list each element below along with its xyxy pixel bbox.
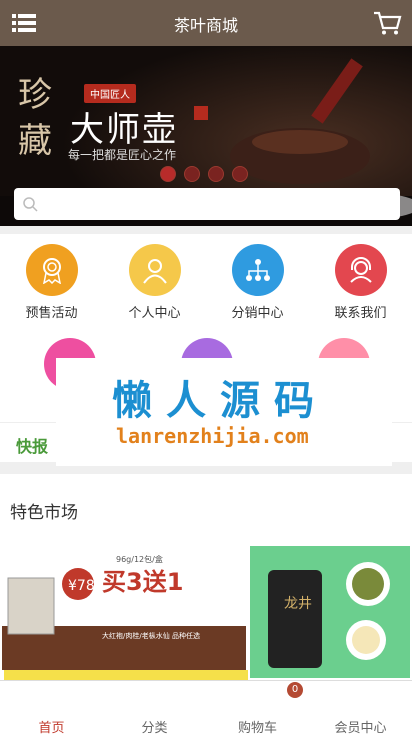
carousel-dots xyxy=(160,166,248,182)
product-desc: 大红袍/肉桂/老枞水仙 品种任选 xyxy=(102,631,200,640)
grid-item-label: 联系我们 xyxy=(334,306,387,321)
banner-zhencang: 珍藏 xyxy=(18,75,52,161)
product-image: 龙井 xyxy=(250,546,410,678)
grid-item-distribution[interactable]: 分销中心 xyxy=(206,244,309,321)
product-promo: 买3送1 xyxy=(102,568,183,596)
product-card[interactable]: ¥78 96g/12包/盒 买3送1 大红袍/肉桂/老枞水仙 品种任选 xyxy=(2,546,248,680)
banner-tag: 中国匠人 xyxy=(84,84,136,103)
carousel-dot[interactable] xyxy=(160,166,176,182)
grid-item-label: 预售活动 xyxy=(25,306,78,321)
watermark-cn: 懒人源码 xyxy=(112,378,328,424)
hero-banner[interactable]: 珍藏 中国匠人 大师壶 每一把都是匠心之作 xyxy=(0,46,412,226)
grid-item-label: 个人中心 xyxy=(128,306,181,321)
product-strip xyxy=(4,670,248,680)
award-icon xyxy=(25,244,78,296)
seal-icon xyxy=(194,106,208,120)
tab-cart[interactable]: 购物车 xyxy=(206,717,309,736)
top-header: 茶叶商城 xyxy=(0,0,412,46)
watermark-overlay: 懒人源码 lanrenzhijia.com xyxy=(56,358,392,466)
grid-item-contact[interactable]: 联系我们 xyxy=(309,244,412,321)
product-card[interactable]: 龙井 xyxy=(250,546,410,678)
cart-icon[interactable] xyxy=(372,10,402,36)
product-name: 龙井 xyxy=(284,596,312,612)
network-icon xyxy=(231,244,284,296)
carousel-dot[interactable] xyxy=(208,166,224,182)
user-icon xyxy=(128,244,181,296)
product-price: ¥78 xyxy=(68,578,95,594)
section-title: 特色市场 xyxy=(10,503,78,523)
tab-home[interactable]: 首页 xyxy=(0,717,103,736)
grid-item-personal[interactable]: 个人中心 xyxy=(103,244,206,321)
product-image: ¥78 96g/12包/盒 买3送1 大红袍/肉桂/老枞水仙 品种任选 xyxy=(2,546,246,670)
tab-category[interactable]: 分类 xyxy=(103,717,206,736)
page-title: 茶叶商城 xyxy=(173,16,238,35)
product-grid: ¥78 96g/12包/盒 买3送1 大红袍/肉桂/老枞水仙 品种任选 龙井 xyxy=(0,544,412,680)
search-bar[interactable] xyxy=(14,188,400,220)
banner-headline: 大师壶 xyxy=(70,110,178,150)
bottom-tabbar: 首页 分类 购物车 会员中心 xyxy=(0,680,412,736)
watermark-en: lanrenzhijia.com xyxy=(116,424,309,448)
carousel-dot[interactable] xyxy=(184,166,200,182)
search-input[interactable] xyxy=(44,188,394,220)
banner-slogan: 每一把都是匠心之作 xyxy=(68,148,177,162)
search-icon xyxy=(23,197,38,212)
grid-item-presale[interactable]: 预售活动 xyxy=(0,244,103,321)
product-spec: 96g/12包/盒 xyxy=(116,554,163,564)
tab-member[interactable]: 会员中心 xyxy=(309,717,412,736)
grid-item-label: 分销中心 xyxy=(231,306,284,321)
ticker-label: 快报 xyxy=(16,437,49,456)
headset-icon xyxy=(334,244,387,296)
cart-count-badge: 0 xyxy=(287,682,303,698)
carousel-dot[interactable] xyxy=(232,166,248,182)
featured-section-header: 特色市场 xyxy=(0,474,412,544)
